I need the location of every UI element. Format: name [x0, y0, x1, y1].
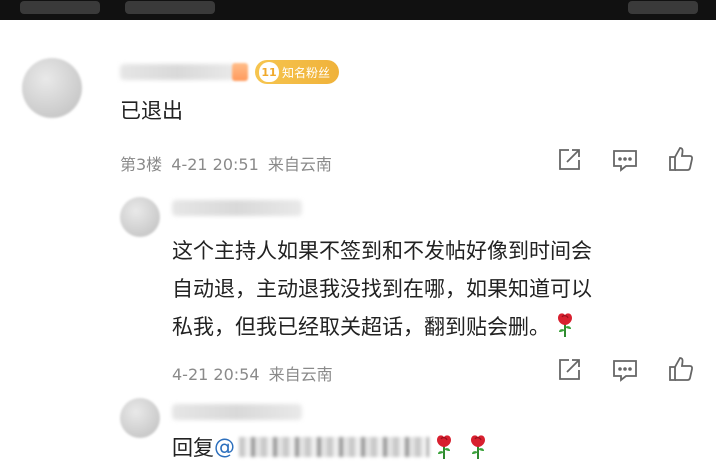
reply-text: 这个主持人如果不签到和不发帖好像到时间会 自动退，主动退我没找到在哪，如果知道可… — [172, 232, 592, 346]
reply-time: 4-21 20:54 — [172, 365, 260, 384]
sub-reply-avatar[interactable] — [120, 398, 160, 438]
comment-icon[interactable] — [612, 148, 638, 174]
blurred-header-text — [125, 1, 215, 14]
reply-line-1: 这个主持人如果不签到和不发帖好像到时间会 — [172, 239, 592, 263]
rose-icon — [554, 312, 576, 338]
reply-username-blurred[interactable] — [172, 200, 302, 216]
share-icon[interactable] — [556, 147, 582, 173]
username-blurred[interactable] — [120, 64, 235, 80]
comment-time: 4-21 20:51 — [171, 155, 259, 174]
reply-prefix: 回复 — [172, 436, 214, 460]
comment-icon[interactable] — [612, 358, 638, 384]
reply-line-3: 私我，但我已经取关超话，翻到贴会删。 — [172, 308, 592, 346]
comment-text: 已退出 — [120, 99, 183, 123]
reply-line-3-text: 私我，但我已经取关超话，翻到贴会删。 — [172, 315, 550, 339]
blurred-header-text — [628, 1, 698, 14]
rose-icon — [433, 434, 455, 460]
share-icon[interactable] — [556, 357, 582, 383]
comment-meta: 第3楼 4-21 20:51 来自云南 — [120, 151, 332, 175]
avatar[interactable] — [22, 58, 82, 118]
mention-blurred[interactable] — [239, 437, 429, 457]
rose-icon — [467, 434, 489, 460]
sub-reply-text: 回复 @ — [172, 432, 489, 462]
reply-avatar[interactable] — [120, 197, 160, 237]
blurred-header-text — [20, 1, 100, 14]
floor-number: 第3楼 — [120, 155, 163, 174]
fan-badge-label: 知名粉丝 — [282, 65, 331, 80]
sub-reply-username-blurred[interactable] — [172, 404, 302, 420]
like-icon[interactable] — [668, 356, 694, 382]
reply-source: 来自云南 — [268, 365, 333, 384]
top-bar — [0, 0, 716, 20]
reply-line-2: 自动退，主动退我没找到在哪，如果知道可以 — [172, 277, 592, 301]
comment-source: 来自云南 — [267, 155, 332, 174]
fan-level: 11 — [259, 62, 279, 82]
mention-at[interactable]: @ — [214, 435, 235, 459]
level-badge — [232, 63, 248, 81]
reply-meta: 4-21 20:54 来自云南 — [172, 361, 333, 385]
like-icon[interactable] — [668, 146, 694, 172]
fan-badge: 11 知名粉丝 — [255, 60, 339, 84]
